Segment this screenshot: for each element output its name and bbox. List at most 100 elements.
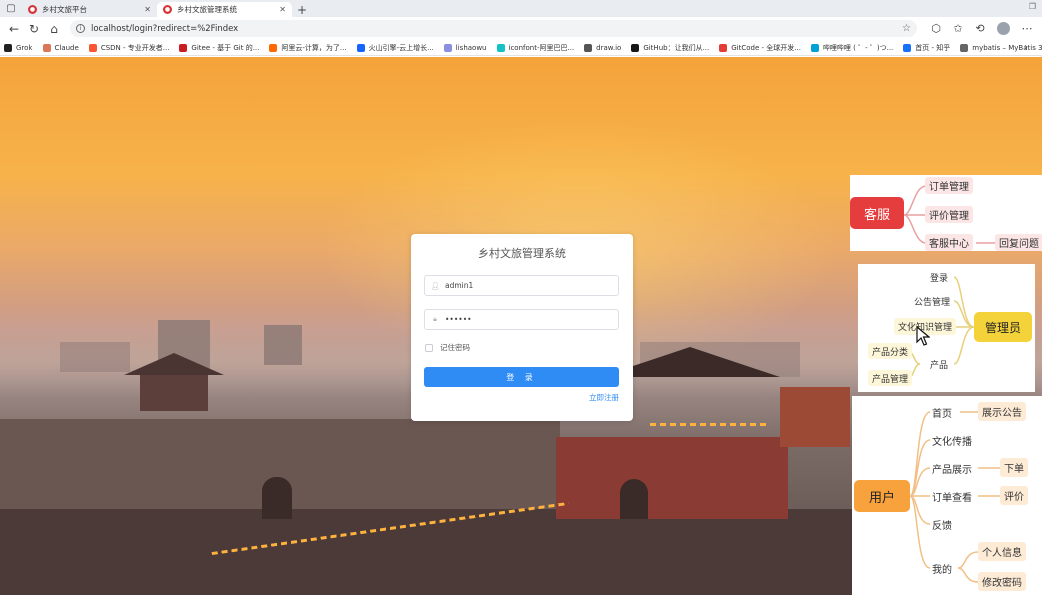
username-input[interactable] (445, 281, 605, 290)
gate-arch (262, 477, 292, 519)
password-input[interactable] (445, 315, 605, 324)
bookmark-item[interactable]: Gitee - 基于 Git 的... (179, 43, 259, 53)
bookmark-item[interactable]: Grok (4, 43, 33, 52)
close-icon[interactable]: ✕ (144, 5, 151, 14)
bookmark-label: 首页 - 知乎 (915, 43, 951, 52)
mindmap-node: 产品分类 (868, 343, 913, 359)
remember-checkbox[interactable] (425, 343, 433, 352)
address-bar[interactable]: i localhost/login?redirect=%2Findex ☆ (70, 20, 917, 37)
user-root-node: 用户 (854, 480, 910, 512)
mindmap-node: 订单查看 (932, 492, 972, 504)
background-building (60, 342, 130, 372)
mindmap-node: 登录 (930, 273, 949, 284)
mouse-cursor-icon (916, 326, 930, 346)
bookmark-favicon-icon (584, 43, 593, 52)
refresh-icon[interactable]: ↻ (24, 19, 44, 39)
tab-label: 乡村文旅管理系统 (177, 5, 237, 14)
bookmark-label: Gitee - 基于 Git 的... (191, 43, 260, 52)
tab-rural-tourism-admin[interactable]: ● 乡村文旅管理系统 ✕ (157, 2, 292, 17)
bookmark-label: draw.io (596, 43, 622, 52)
bookmark-item[interactable]: 哔哩哔哩 ( ゜- ゜)つ... (810, 43, 894, 53)
bookmark-label: iconfont-阿里巴巴... (508, 43, 575, 52)
bookmark-favicon-icon (810, 43, 819, 52)
more-bookmarks-icon[interactable]: › (1024, 42, 1028, 53)
password-field[interactable]: 🔒︎ (424, 309, 619, 330)
bookmark-favicon-icon (88, 43, 97, 52)
bookmark-label: CSDN - 专业开发者... (100, 43, 170, 52)
gate-tower-wall (556, 437, 788, 519)
favorites-icon[interactable]: ✩ (947, 19, 969, 39)
close-icon[interactable]: ✕ (279, 5, 286, 14)
lock-icon: 🔒︎ (433, 315, 437, 323)
bookmark-item[interactable]: iconfont-阿里巴巴... (496, 43, 575, 53)
bookmark-star-icon[interactable]: ☆ (902, 23, 911, 34)
tab-label: 乡村文旅平台 (42, 5, 87, 14)
site-info-icon[interactable]: i (76, 24, 85, 33)
extensions-icon[interactable]: ⬡ (925, 19, 947, 39)
bookmark-item[interactable]: lishaowu (443, 43, 487, 52)
bookmark-favicon-icon (443, 43, 452, 52)
home-icon[interactable]: ⌂ (44, 19, 64, 39)
bookmark-favicon-icon (269, 43, 278, 52)
menu-icon[interactable]: ⋯ (1016, 19, 1038, 39)
bookmark-item[interactable]: GitHub：让我们从... (631, 43, 709, 53)
lit-building (780, 387, 850, 447)
bookmark-label: GitCode - 全球开发... (731, 43, 801, 52)
mindmap-node: 订单管理 (925, 177, 973, 194)
mindmap-node: 产品 (930, 360, 949, 371)
bookmark-label: lishaowu (455, 43, 487, 52)
bookmark-item[interactable]: Claude (42, 43, 79, 52)
profile-avatar[interactable] (997, 22, 1010, 35)
admin-mindmap: 登录 公告管理 文化知识管理 管理员 产品 产品分类 产品管理 (858, 264, 1035, 392)
bookmark-favicon-icon (179, 43, 188, 52)
bookmark-favicon-icon (42, 43, 51, 52)
mindmap-node: 修改密码 (978, 572, 1026, 591)
bookmark-item[interactable]: mybatis – MyBatis 3... (960, 43, 1042, 52)
bookmark-favicon-icon (903, 43, 912, 52)
url-text[interactable]: localhost/login?redirect=%2Findex (91, 24, 902, 34)
tab-actions-icon[interactable]: ▢ (0, 0, 22, 17)
bookmark-item[interactable]: draw.io (584, 43, 622, 52)
mindmap-node: 公告管理 (914, 297, 951, 308)
login-title: 乡村文旅管理系统 (478, 247, 566, 260)
username-field[interactable]: 👤︎ (424, 275, 619, 296)
mindmap-node: 产品管理 (868, 370, 913, 386)
mindmap-node: 反馈 (932, 520, 952, 532)
new-tab-button[interactable]: + (292, 2, 312, 17)
pagoda-body (140, 375, 208, 411)
customer-service-mindmap: 客服 订单管理 评价管理 客服中心 回复问题 (850, 175, 1042, 251)
bookmark-label: 阿里云-计算，为了... (281, 43, 347, 52)
login-button[interactable]: 登 录 (424, 367, 619, 387)
mindmap-node: 个人信息 (978, 542, 1026, 561)
login-page: 乡村文旅管理系统 👤︎ 🔒︎ 记住密码 登 录 立即注册 客服 订单管理 评价管… (0, 57, 1042, 595)
mindmap-node: 评价 (1000, 486, 1028, 505)
bookmark-item[interactable]: 火山引擎-云上增长... (356, 43, 434, 53)
tab-favicon-icon: ● (28, 5, 37, 14)
history-icon[interactable]: ⟲ (969, 19, 991, 39)
bookmark-favicon-icon (496, 43, 505, 52)
tab-favicon-icon: ● (163, 5, 172, 14)
bookmark-favicon-icon (356, 43, 365, 52)
bookmark-favicon-icon (631, 43, 640, 52)
bookmark-item[interactable]: 首页 - 知乎 (903, 43, 950, 53)
mindmap-node: 首页 (932, 408, 952, 420)
remember-label: 记住密码 (440, 343, 470, 352)
tab-rural-tourism-platform[interactable]: ● 乡村文旅平台 ✕ (22, 2, 157, 17)
login-card: 乡村文旅管理系统 👤︎ 🔒︎ 记住密码 登 录 立即注册 (411, 234, 633, 421)
bookmarks-bar: Grok Claude CSDN - 专业开发者... Gitee - 基于 Git … (0, 40, 1042, 56)
bookmark-label: Grok (16, 43, 33, 52)
back-icon[interactable]: ← (4, 19, 24, 39)
user-icon: 👤︎ (430, 281, 440, 290)
restore-window-icon[interactable]: ❐ (1029, 2, 1036, 11)
register-link[interactable]: 立即注册 (589, 392, 619, 403)
bookmark-item[interactable]: GitCode - 全球开发... (719, 43, 801, 53)
remember-password[interactable]: 记住密码 (425, 342, 470, 353)
mindmap-node: 产品展示 (932, 464, 972, 476)
bookmark-label: 火山引擎-云上增长... (368, 43, 434, 52)
bookmark-item[interactable]: 阿里云-计算，为了... (269, 43, 347, 53)
bookmark-label: 哔哩哔哩 ( ゜- ゜)つ... (822, 43, 894, 52)
browser-toolbar: ← ↻ ⌂ i localhost/login?redirect=%2Finde… (0, 17, 1042, 40)
bookmark-item[interactable]: CSDN - 专业开发者... (88, 43, 170, 53)
gate-arch (620, 479, 648, 519)
cs-root-node: 客服 (850, 197, 904, 229)
